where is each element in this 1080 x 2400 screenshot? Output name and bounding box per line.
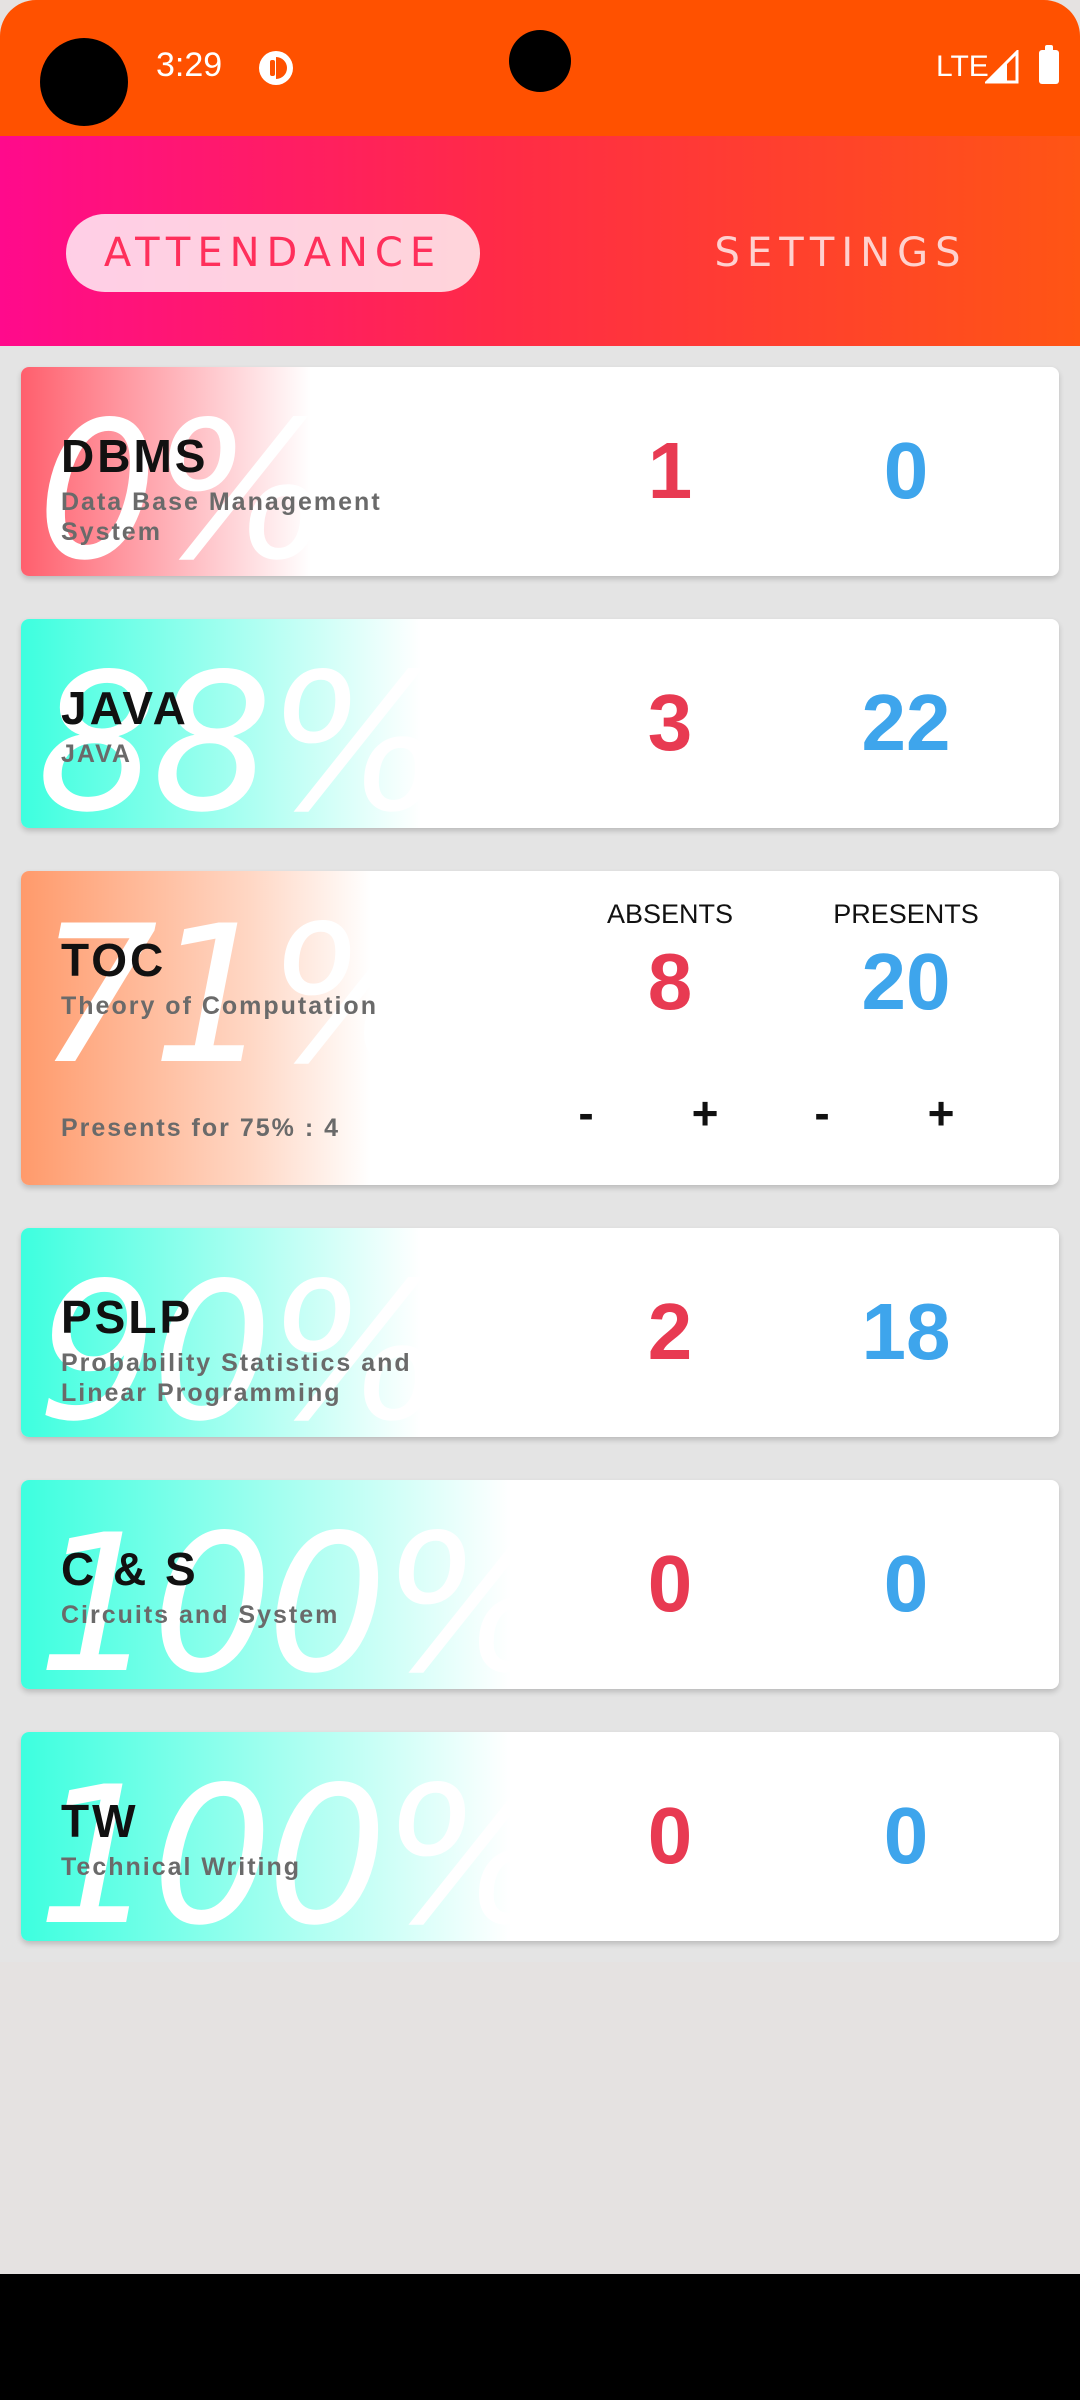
subject-card-toc[interactable]: 71% TOC Theory of Computation Presents f…	[21, 871, 1059, 1185]
network-type: LTE	[936, 50, 989, 83]
absents-count: 2	[647, 1287, 693, 1376]
presents-count: 0	[883, 1791, 929, 1880]
subject-name: Probability Statistics and Linear Progra…	[61, 1349, 412, 1407]
subject-list[interactable]: 0% DBMS Data Base Management System 1 0 …	[0, 346, 1080, 1962]
presents-count: 0	[883, 426, 929, 515]
absents-count: 8	[647, 937, 693, 1026]
system-navigation-bar	[0, 2274, 1080, 2400]
subject-name: Circuits and System	[61, 1601, 340, 1629]
subject-name: JAVA	[61, 740, 132, 768]
tab-bar: ATTENDANCE SETTINGS	[0, 136, 1080, 346]
subject-name: Technical Writing	[61, 1853, 302, 1881]
presents-count: 18	[861, 1287, 951, 1376]
absents-count: 0	[647, 1791, 693, 1880]
presents-decrement-button[interactable]: -	[792, 1083, 852, 1143]
absents-label: ABSENTS	[606, 899, 734, 929]
subject-card-tw[interactable]: 100% TW Technical Writing 0 0	[21, 1732, 1059, 1941]
presents-count: 22	[861, 678, 951, 767]
presents-count: 20	[861, 937, 951, 1026]
absents-decrement-button[interactable]: -	[556, 1083, 616, 1143]
subject-card-dbms[interactable]: 0% DBMS Data Base Management System 1 0	[21, 367, 1059, 576]
subject-name: Data Base Management System	[61, 488, 382, 546]
absents-increment-button[interactable]: +	[675, 1083, 735, 1143]
notification-app-icon	[259, 51, 293, 85]
subject-card-cs[interactable]: 100% C & S Circuits and System 0 0	[21, 1480, 1059, 1689]
presents-increment-button[interactable]: +	[911, 1083, 971, 1143]
subject-code: PSLP	[61, 1291, 194, 1343]
presents-needed-text: Presents for 75% : 4	[61, 1114, 340, 1142]
presents-count: 0	[883, 1539, 929, 1628]
camera-punch-hole	[509, 30, 571, 92]
subject-card-pslp[interactable]: 90% PSLP Probability Statistics and Line…	[21, 1228, 1059, 1437]
empty-area	[0, 1962, 1080, 2274]
front-camera-cutout	[40, 38, 128, 126]
battery-icon	[1039, 45, 1059, 84]
subject-name: Theory of Computation	[61, 992, 378, 1020]
signal-icon	[985, 50, 1019, 84]
tab-settings[interactable]: SETTINGS	[696, 214, 986, 292]
absents-count: 1	[647, 426, 693, 515]
tab-attendance[interactable]: ATTENDANCE	[66, 214, 480, 292]
subject-code: DBMS	[61, 430, 209, 482]
absents-count: 0	[647, 1539, 693, 1628]
presents-label: PRESENTS	[833, 899, 979, 929]
subject-code: TOC	[61, 934, 167, 986]
subject-code: JAVA	[61, 682, 189, 734]
subject-code: C & S	[61, 1543, 199, 1595]
status-time: 3:29	[156, 46, 223, 84]
status-bar: 3:29 LTE	[0, 0, 1080, 136]
absents-count: 3	[647, 678, 693, 767]
subject-code: TW	[61, 1795, 139, 1847]
subject-card-java[interactable]: 88% JAVA JAVA 3 22	[21, 619, 1059, 828]
